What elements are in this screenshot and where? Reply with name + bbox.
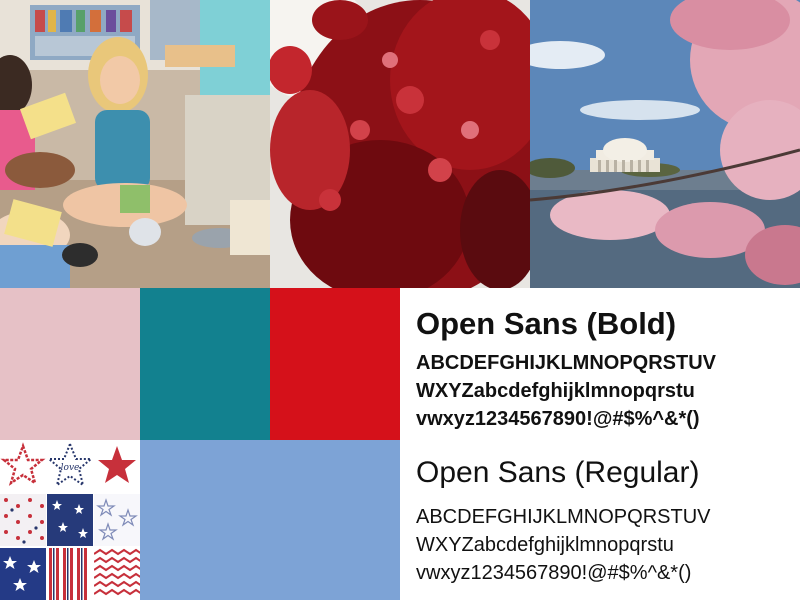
color-swatch-red [270,288,400,440]
regular-font-title: Open Sans (Regular) [416,456,700,489]
navy-white-stars-pattern [0,548,46,600]
photo-memorial-cherry-blossoms [530,0,800,288]
star-solid-icon [94,440,140,492]
color-swatch-teal [140,288,270,440]
typography-specimen: Open Sans (Bold) ABCDEFGHIJKLMNOPQRSTUV … [400,288,800,600]
bold-glyph-line-2: WXYZabcdefghijklmnopqrstu [416,380,695,402]
bold-font-title: Open Sans (Bold) [416,306,677,341]
stripes-pattern [47,548,93,600]
star-text-icon: love [47,440,93,492]
regular-glyph-line-3: vwxyz1234567890!@#$%^&*() [416,562,692,584]
outline-stars-pattern [94,494,140,546]
regular-glyph-line-1: ABCDEFGHIJKLMNOPQRSTUV [416,506,711,528]
color-swatch-pink [0,288,140,440]
star-badge-text: love [61,463,80,473]
bold-glyph-line-3: vwxyz1234567890!@#$%^&*() [416,408,700,430]
pattern-grid: love [0,440,140,600]
star-outline-icon [0,440,46,492]
red-dots-pattern [0,494,46,546]
zigzag-pattern [94,548,140,600]
photo-red-blossoms [270,0,530,288]
photo-kids-reading [0,0,270,288]
navy-stars-pattern [47,494,93,546]
regular-glyph-line-2: WXYZabcdefghijklmnopqrstu [416,534,674,556]
color-swatch-blue [140,440,400,600]
bold-glyph-line-1: ABCDEFGHIJKLMNOPQRSTUV [416,352,717,374]
